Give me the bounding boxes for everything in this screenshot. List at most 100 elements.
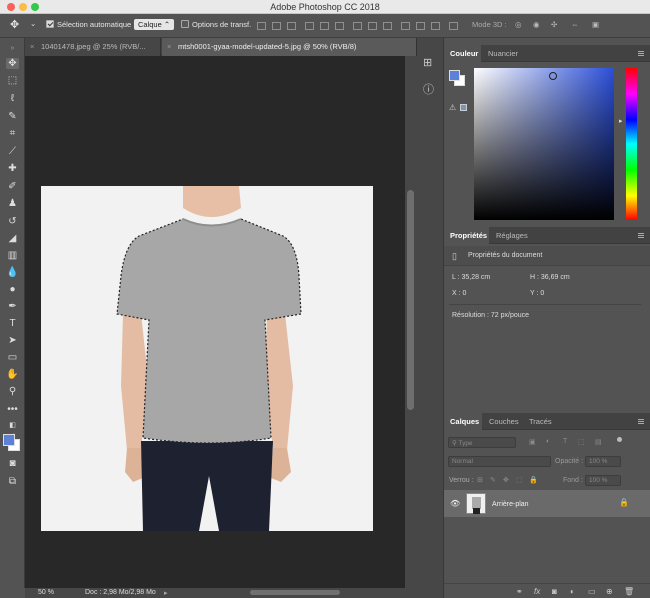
distribute-vcenter-icon[interactable] (368, 22, 377, 30)
crop-tool-icon[interactable]: ⌗ (6, 128, 19, 139)
align-right-icon[interactable] (335, 22, 344, 30)
auto-align-icon[interactable] (449, 22, 458, 30)
align-top-icon[interactable] (257, 22, 266, 30)
history-brush-tool-icon[interactable]: ↺ (6, 216, 19, 227)
distribute-right-icon[interactable] (431, 22, 440, 30)
new-group-icon[interactable]: ▭ (588, 587, 596, 596)
blur-tool-icon[interactable]: 💧 (6, 267, 19, 278)
clone-stamp-tool-icon[interactable]: ♟ (6, 198, 19, 209)
move-tool-icon[interactable]: ✥ (10, 18, 19, 31)
color-picker-circle[interactable] (549, 72, 557, 80)
color-field[interactable] (474, 68, 614, 220)
fill-field[interactable]: 100 % (585, 475, 621, 486)
foreground-color-swatch[interactable] (3, 434, 15, 446)
filter-smart-object-icon[interactable]: ▤ (595, 438, 602, 446)
drag-3d-icon[interactable]: ✣ (551, 20, 557, 29)
orbit-3d-icon[interactable]: ◎ (515, 20, 522, 29)
tab-proprietes[interactable]: Propriétés (450, 231, 487, 240)
more-tools-icon[interactable]: ••• (6, 404, 19, 415)
path-selection-tool-icon[interactable]: ➤ (6, 335, 19, 346)
default-colors-icon[interactable]: ◧ ⇄ (6, 420, 19, 440)
pen-tool-icon[interactable]: ✒ (6, 301, 19, 312)
tab-couleur[interactable]: Couleur (450, 49, 478, 58)
hue-slider-handle[interactable]: ▸ (619, 117, 623, 125)
blend-mode-dropdown[interactable]: Normal (448, 456, 551, 467)
adjustment-layer-icon[interactable]: ◐ (570, 587, 575, 596)
scale-3d-icon[interactable]: ▣ (592, 20, 599, 29)
auto-select-checkbox[interactable]: Sélection automatique : (46, 20, 135, 29)
dodge-tool-icon[interactable]: ● (6, 284, 19, 295)
web-safe-swatch[interactable] (460, 104, 467, 111)
hand-tool-icon[interactable]: ✋ (6, 369, 19, 380)
lock-position-icon[interactable]: ✥ (503, 476, 509, 484)
gamut-warning-icon[interactable]: ⚠ (449, 103, 456, 112)
tab-couches[interactable]: Couches (489, 417, 519, 426)
align-hcenter-icon[interactable] (320, 22, 329, 30)
zoom-level[interactable]: 50 % (38, 589, 54, 596)
slide-3d-icon[interactable]: ⇔ (571, 20, 579, 29)
tshirt-model-image[interactable] (41, 186, 373, 531)
transform-controls-checkbox[interactable]: Options de transf. (181, 20, 251, 29)
tab-nuancier[interactable]: Nuancier (488, 49, 518, 58)
rectangle-tool-icon[interactable]: ▭ (6, 352, 19, 363)
close-icon[interactable]: × (30, 42, 34, 51)
lock-all-icon[interactable]: 🔒 (529, 476, 538, 484)
trash-icon[interactable]: 🗑 (624, 587, 634, 596)
filter-pixel-icon[interactable]: ▣ (529, 438, 536, 446)
lock-transparent-icon[interactable]: ⊞ (477, 476, 483, 484)
chevron-down-icon[interactable]: ⌄ (30, 19, 36, 28)
info-panel-icon[interactable]: ⓘ (423, 81, 434, 97)
distribute-left-icon[interactable] (401, 22, 410, 30)
panel-menu-icon[interactable] (638, 419, 644, 424)
distribute-top-icon[interactable] (353, 22, 362, 30)
align-left-icon[interactable] (305, 22, 314, 30)
quick-select-tool-icon[interactable]: ✎ (6, 111, 19, 122)
quick-mask-icon[interactable]: ◙ (6, 458, 19, 469)
filter-shape-icon[interactable]: ⬚ (578, 438, 585, 446)
panel-menu-icon[interactable] (638, 51, 644, 56)
gradient-tool-icon[interactable]: ▥ (6, 250, 19, 261)
link-layers-icon[interactable]: ⚭ (516, 587, 523, 596)
roll-3d-icon[interactable]: ◉ (533, 20, 540, 29)
layer-filter-dropdown[interactable]: ⚲ Type (448, 437, 516, 448)
color-panel-fg-swatch[interactable] (449, 70, 460, 81)
lock-artboard-icon[interactable]: ⬚ (516, 476, 523, 484)
hue-slider[interactable] (626, 68, 637, 220)
vertical-scroll-thumb[interactable] (407, 190, 414, 410)
collapse-toolbar-icon[interactable]: » (6, 43, 19, 54)
tab-traces[interactable]: Tracés (529, 417, 552, 426)
opacity-field[interactable]: 100 % (585, 456, 621, 467)
horizontal-scroll-thumb[interactable] (250, 590, 340, 595)
distribute-bottom-icon[interactable] (383, 22, 392, 30)
zoom-tool-icon[interactable]: ⚲ (6, 386, 19, 397)
lasso-tool-icon[interactable]: ℓ (6, 93, 19, 104)
eye-visibility-icon[interactable]: 👁 (450, 499, 460, 508)
close-icon[interactable]: × (167, 42, 171, 51)
document-canvas[interactable] (41, 186, 373, 531)
marquee-tool-icon[interactable]: ⬚ (6, 75, 19, 86)
brush-tool-icon[interactable]: ✐ (6, 181, 19, 192)
align-bottom-icon[interactable] (287, 22, 296, 30)
align-vcenter-icon[interactable] (272, 22, 281, 30)
history-panel-icon[interactable]: ⊞ (423, 56, 432, 69)
screen-mode-icon[interactable]: ⧉ (6, 476, 19, 487)
tab-doc-1[interactable]: × 10401478.jpeg @ 25% (RVB/... (25, 38, 161, 56)
eraser-tool-icon[interactable]: ◢ (6, 233, 19, 244)
eyedropper-tool-icon[interactable]: ⟋ (6, 146, 19, 157)
layer-row-arriere-plan[interactable]: 👁 Arrière-plan 🔒 (444, 490, 650, 517)
filter-adjustment-icon[interactable]: ◐ (546, 438, 550, 445)
filter-toggle-icon[interactable] (617, 437, 622, 442)
tab-doc-2[interactable]: × mtsh0001-gyaa-model-updated-5.jpg @ 50%… (162, 38, 417, 56)
type-tool-icon[interactable]: T (6, 318, 19, 329)
panel-menu-icon[interactable] (638, 233, 644, 238)
new-layer-icon[interactable]: ⊕ (606, 587, 613, 596)
status-arrow-icon[interactable]: ▸ (164, 589, 168, 597)
auto-select-dropdown[interactable]: Calque ⌃ (134, 19, 175, 30)
healing-brush-tool-icon[interactable]: ✚ (6, 163, 19, 174)
tab-reglages[interactable]: Réglages (496, 231, 528, 240)
distribute-hcenter-icon[interactable] (416, 22, 425, 30)
add-mask-icon[interactable]: ◙ (552, 587, 557, 596)
layer-style-icon[interactable]: fx (534, 587, 540, 596)
filter-type-icon[interactable]: T (563, 438, 567, 445)
tab-calques[interactable]: Calques (450, 417, 479, 426)
